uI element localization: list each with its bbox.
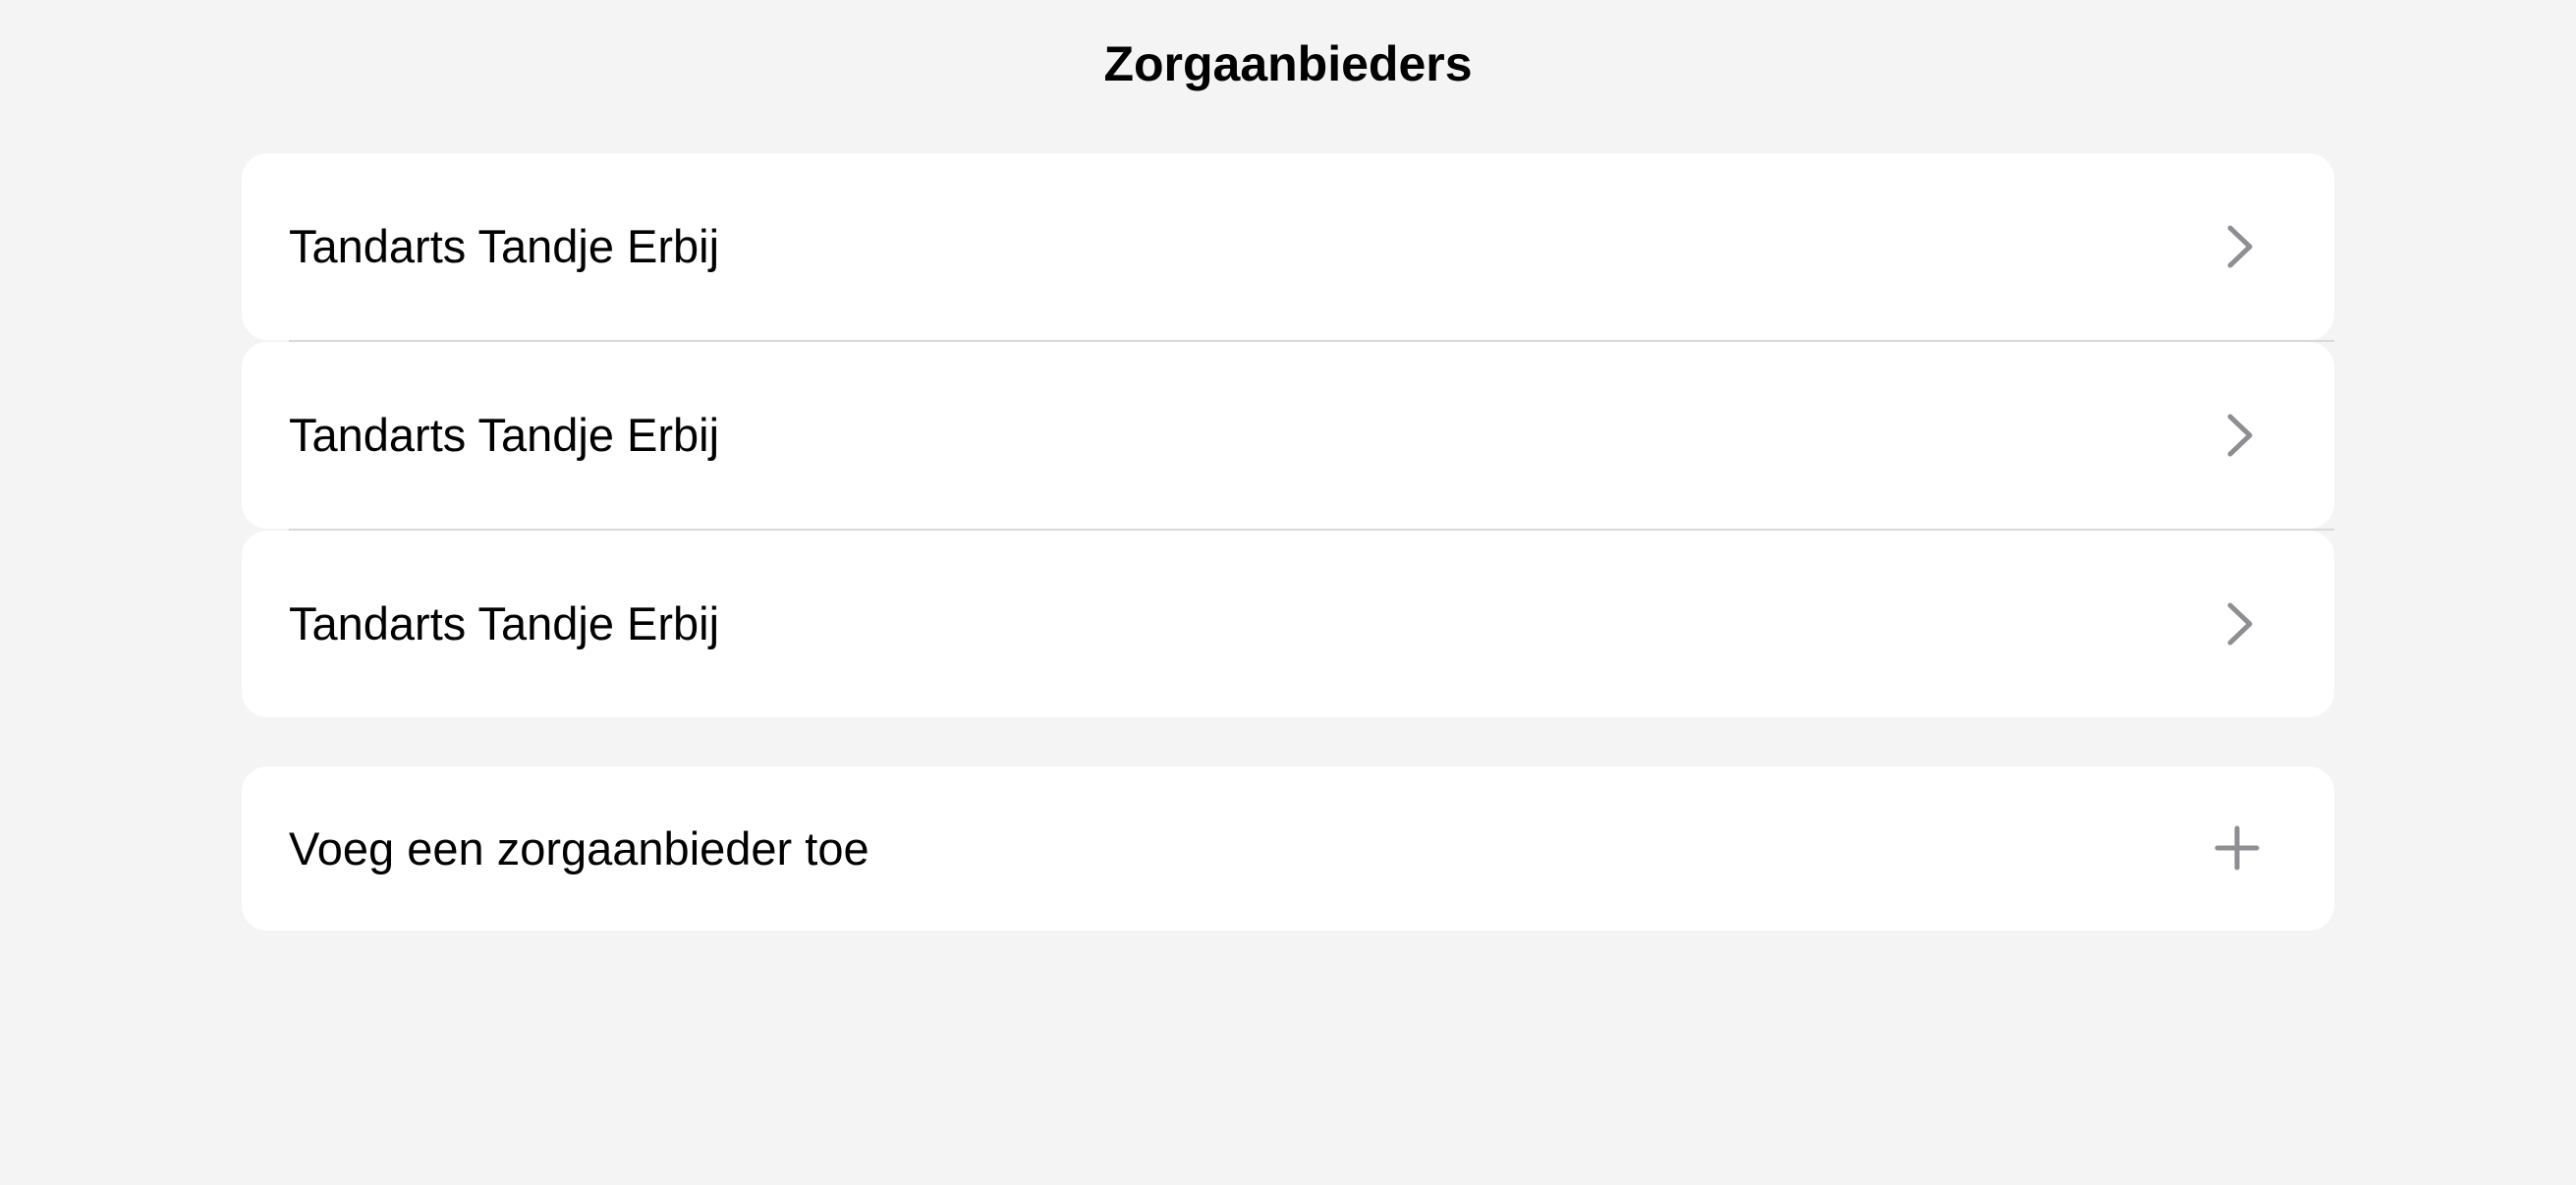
provider-list-item[interactable]: Tandarts Tandje Erbij: [242, 153, 2334, 342]
provider-list-item[interactable]: Tandarts Tandje Erbij: [242, 342, 2334, 531]
chevron-right-icon: [2227, 225, 2253, 268]
provider-list-item[interactable]: Tandarts Tandje Erbij: [242, 531, 2334, 717]
add-provider-label: Voeg een zorgaanbieder toe: [289, 821, 869, 875]
plus-icon: [2214, 825, 2260, 871]
chevron-right-icon: [2227, 414, 2253, 457]
provider-name: Tandarts Tandje Erbij: [289, 409, 720, 461]
provider-name: Tandarts Tandje Erbij: [289, 597, 720, 649]
chevron-right-icon: [2227, 602, 2253, 646]
add-provider-button[interactable]: Voeg een zorgaanbieder toe: [242, 766, 2334, 931]
page-title: Zorgaanbieders: [1103, 36, 1473, 91]
provider-list: Tandarts Tandje Erbij Tandarts Tandje Er…: [242, 153, 2334, 719]
provider-name: Tandarts Tandje Erbij: [289, 220, 720, 272]
